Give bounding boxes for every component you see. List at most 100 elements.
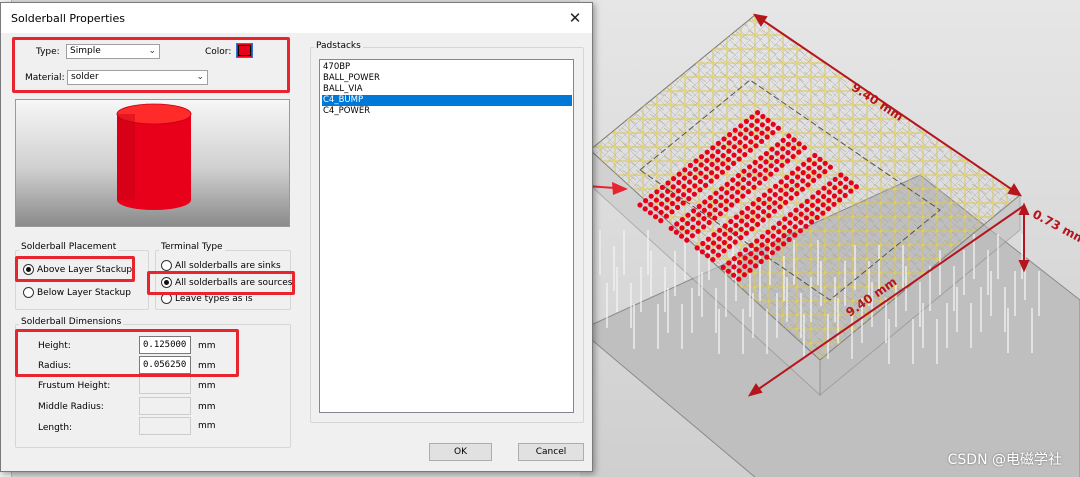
package-3d-view[interactable]: 9.40 mm 9.40 mm 0.73 mm (580, 0, 1080, 477)
solderball-bump (789, 187, 795, 193)
solderball-bump (804, 198, 810, 204)
height-input[interactable]: 0.125000 (139, 336, 191, 354)
radio-checked-icon (23, 264, 34, 275)
solderball-bump (703, 182, 709, 188)
list-item[interactable]: C4_POWER (322, 106, 572, 117)
solderball-bump (701, 224, 707, 230)
solderball-bump (773, 183, 779, 189)
solderball-bump (748, 251, 754, 257)
solderball-bump (696, 212, 702, 218)
solderball-bump (658, 218, 664, 224)
radius-input[interactable]: 0.056250 (139, 356, 191, 374)
solderball-bump (748, 139, 754, 145)
solderball-bump (743, 230, 749, 236)
list-item[interactable]: BALL_VIA (322, 84, 572, 95)
list-item[interactable]: 470BP (322, 62, 572, 73)
frustum-height-unit: mm (198, 381, 216, 391)
solderball-bump (686, 196, 692, 202)
solderball-bump (736, 276, 742, 282)
solderball-bump (726, 140, 732, 146)
list-item-selected[interactable]: C4_BUMP (322, 95, 572, 106)
solderball-bump (697, 178, 703, 185)
solderball-bump (817, 165, 823, 171)
solderball-bump (805, 182, 811, 188)
radio-unchecked-icon (161, 260, 172, 271)
padstack-list[interactable]: 470BP BALL_POWER BALL_VIA C4_BUMP C4_POW… (319, 59, 574, 413)
close-button[interactable]: ✕ (564, 8, 586, 28)
solderball-bump (755, 110, 761, 116)
solderball-bump (743, 247, 749, 253)
solderball-bump (664, 197, 670, 203)
solderball-bump (716, 244, 722, 250)
solderball-bump (701, 207, 707, 213)
solderball-bump (821, 193, 827, 200)
solderball-bump (637, 202, 643, 208)
solderball-bump (706, 219, 712, 226)
solderball-bump (760, 217, 766, 223)
solderball-bump (756, 196, 762, 203)
list-item[interactable]: BALL_POWER (322, 73, 572, 84)
solderball-bump (755, 221, 761, 227)
solderball-bump (731, 272, 737, 278)
solderball-bump (820, 202, 826, 208)
solderball-bump (782, 216, 788, 222)
radio-all-sinks[interactable]: All solderballs are sinks (161, 260, 281, 271)
color-swatch-button[interactable] (236, 43, 253, 58)
middle-radius-input[interactable] (139, 397, 191, 415)
solderball-bump (799, 203, 805, 209)
solderball-bump (686, 187, 692, 193)
frustum-height-input[interactable] (139, 376, 191, 394)
solderball-bump (796, 149, 802, 155)
solderball-bump (811, 169, 817, 175)
material-select[interactable]: solder ⌄ (67, 70, 208, 85)
radio-all-sources[interactable]: All solderballs are sources (161, 277, 292, 288)
radio-below-layer-stackup[interactable]: Below Layer Stackup (23, 287, 131, 298)
solderball-bump (713, 198, 719, 205)
solderball-bump (685, 220, 691, 227)
solderball-bump (713, 190, 719, 196)
solderball-bump (707, 211, 713, 217)
solderball-bump (789, 178, 795, 184)
solderball-bump (742, 263, 748, 269)
solderball-bump (705, 244, 711, 250)
solderball-bump (714, 174, 720, 180)
solderball-bump (717, 227, 723, 233)
solderball-bump (775, 237, 781, 243)
type-select[interactable]: Simple ⌄ (66, 44, 160, 59)
ok-button[interactable]: OK (429, 443, 492, 461)
solderball-bump (675, 188, 681, 194)
solderball-bump (731, 264, 737, 270)
length-input[interactable] (139, 417, 191, 435)
solderball-bump (728, 218, 734, 225)
solderball-bump (699, 154, 705, 160)
solderball-bump (769, 154, 775, 161)
solderball-bump (720, 153, 726, 159)
solderball-bump (779, 162, 785, 168)
dialog-titlebar[interactable]: Solderball Properties ✕ (1, 3, 592, 33)
radio-above-layer-stackup[interactable]: Above Layer Stackup (23, 264, 132, 275)
solderball-bump (733, 214, 739, 220)
radio-leave-types[interactable]: Leave types as is (161, 293, 253, 304)
solderball-bump (763, 151, 769, 157)
cancel-button[interactable]: Cancel (518, 443, 584, 461)
radio-unchecked-icon (161, 293, 172, 304)
material-label: Material: (25, 73, 65, 83)
solderball-bump (659, 184, 665, 190)
solderball-bump (689, 233, 695, 239)
solderball-bump (795, 174, 801, 180)
solderball-bump (792, 224, 798, 230)
type-label: Type: (36, 47, 60, 57)
solderball-bump (848, 188, 854, 194)
solderball-bump (709, 153, 715, 159)
solderball-bump (727, 235, 733, 241)
solderball-bump (729, 202, 735, 208)
solderball-bump (695, 220, 701, 226)
solderball-bump (700, 240, 706, 247)
solderball-bump (748, 242, 754, 248)
solderball-bump (825, 206, 831, 212)
solderball-bump (684, 229, 690, 235)
solderball-bump (815, 190, 821, 196)
solderball-bump (659, 193, 665, 199)
solderball-bump (736, 156, 742, 162)
solderball-bump (724, 181, 730, 187)
